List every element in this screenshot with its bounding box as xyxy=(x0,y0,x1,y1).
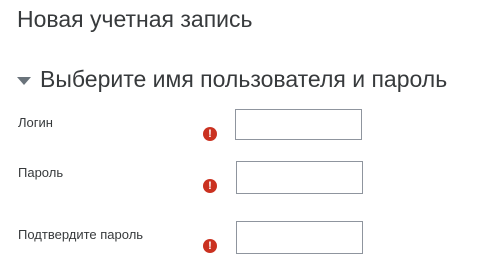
section-title: Выберите имя пользователя и пароль xyxy=(40,66,448,92)
section-toggle[interactable]: Выберите имя пользователя и пароль xyxy=(17,66,447,93)
signup-page: Новая учетная запись Выберите имя пользо… xyxy=(0,0,493,267)
password-input[interactable] xyxy=(236,161,363,194)
exclamation-circle-icon: ! xyxy=(203,239,217,253)
exclamation-circle-icon: ! xyxy=(203,179,217,193)
exclamation-circle-icon: ! xyxy=(203,127,217,141)
caret-down-icon xyxy=(17,76,31,85)
page-title: Новая учетная запись xyxy=(17,6,253,32)
confirm-password-input[interactable] xyxy=(236,221,363,254)
password-label: Пароль xyxy=(18,165,64,180)
username-label: Логин xyxy=(18,115,53,130)
username-input[interactable] xyxy=(235,109,362,140)
confirm-password-label: Подтвердите пароль xyxy=(18,227,144,242)
